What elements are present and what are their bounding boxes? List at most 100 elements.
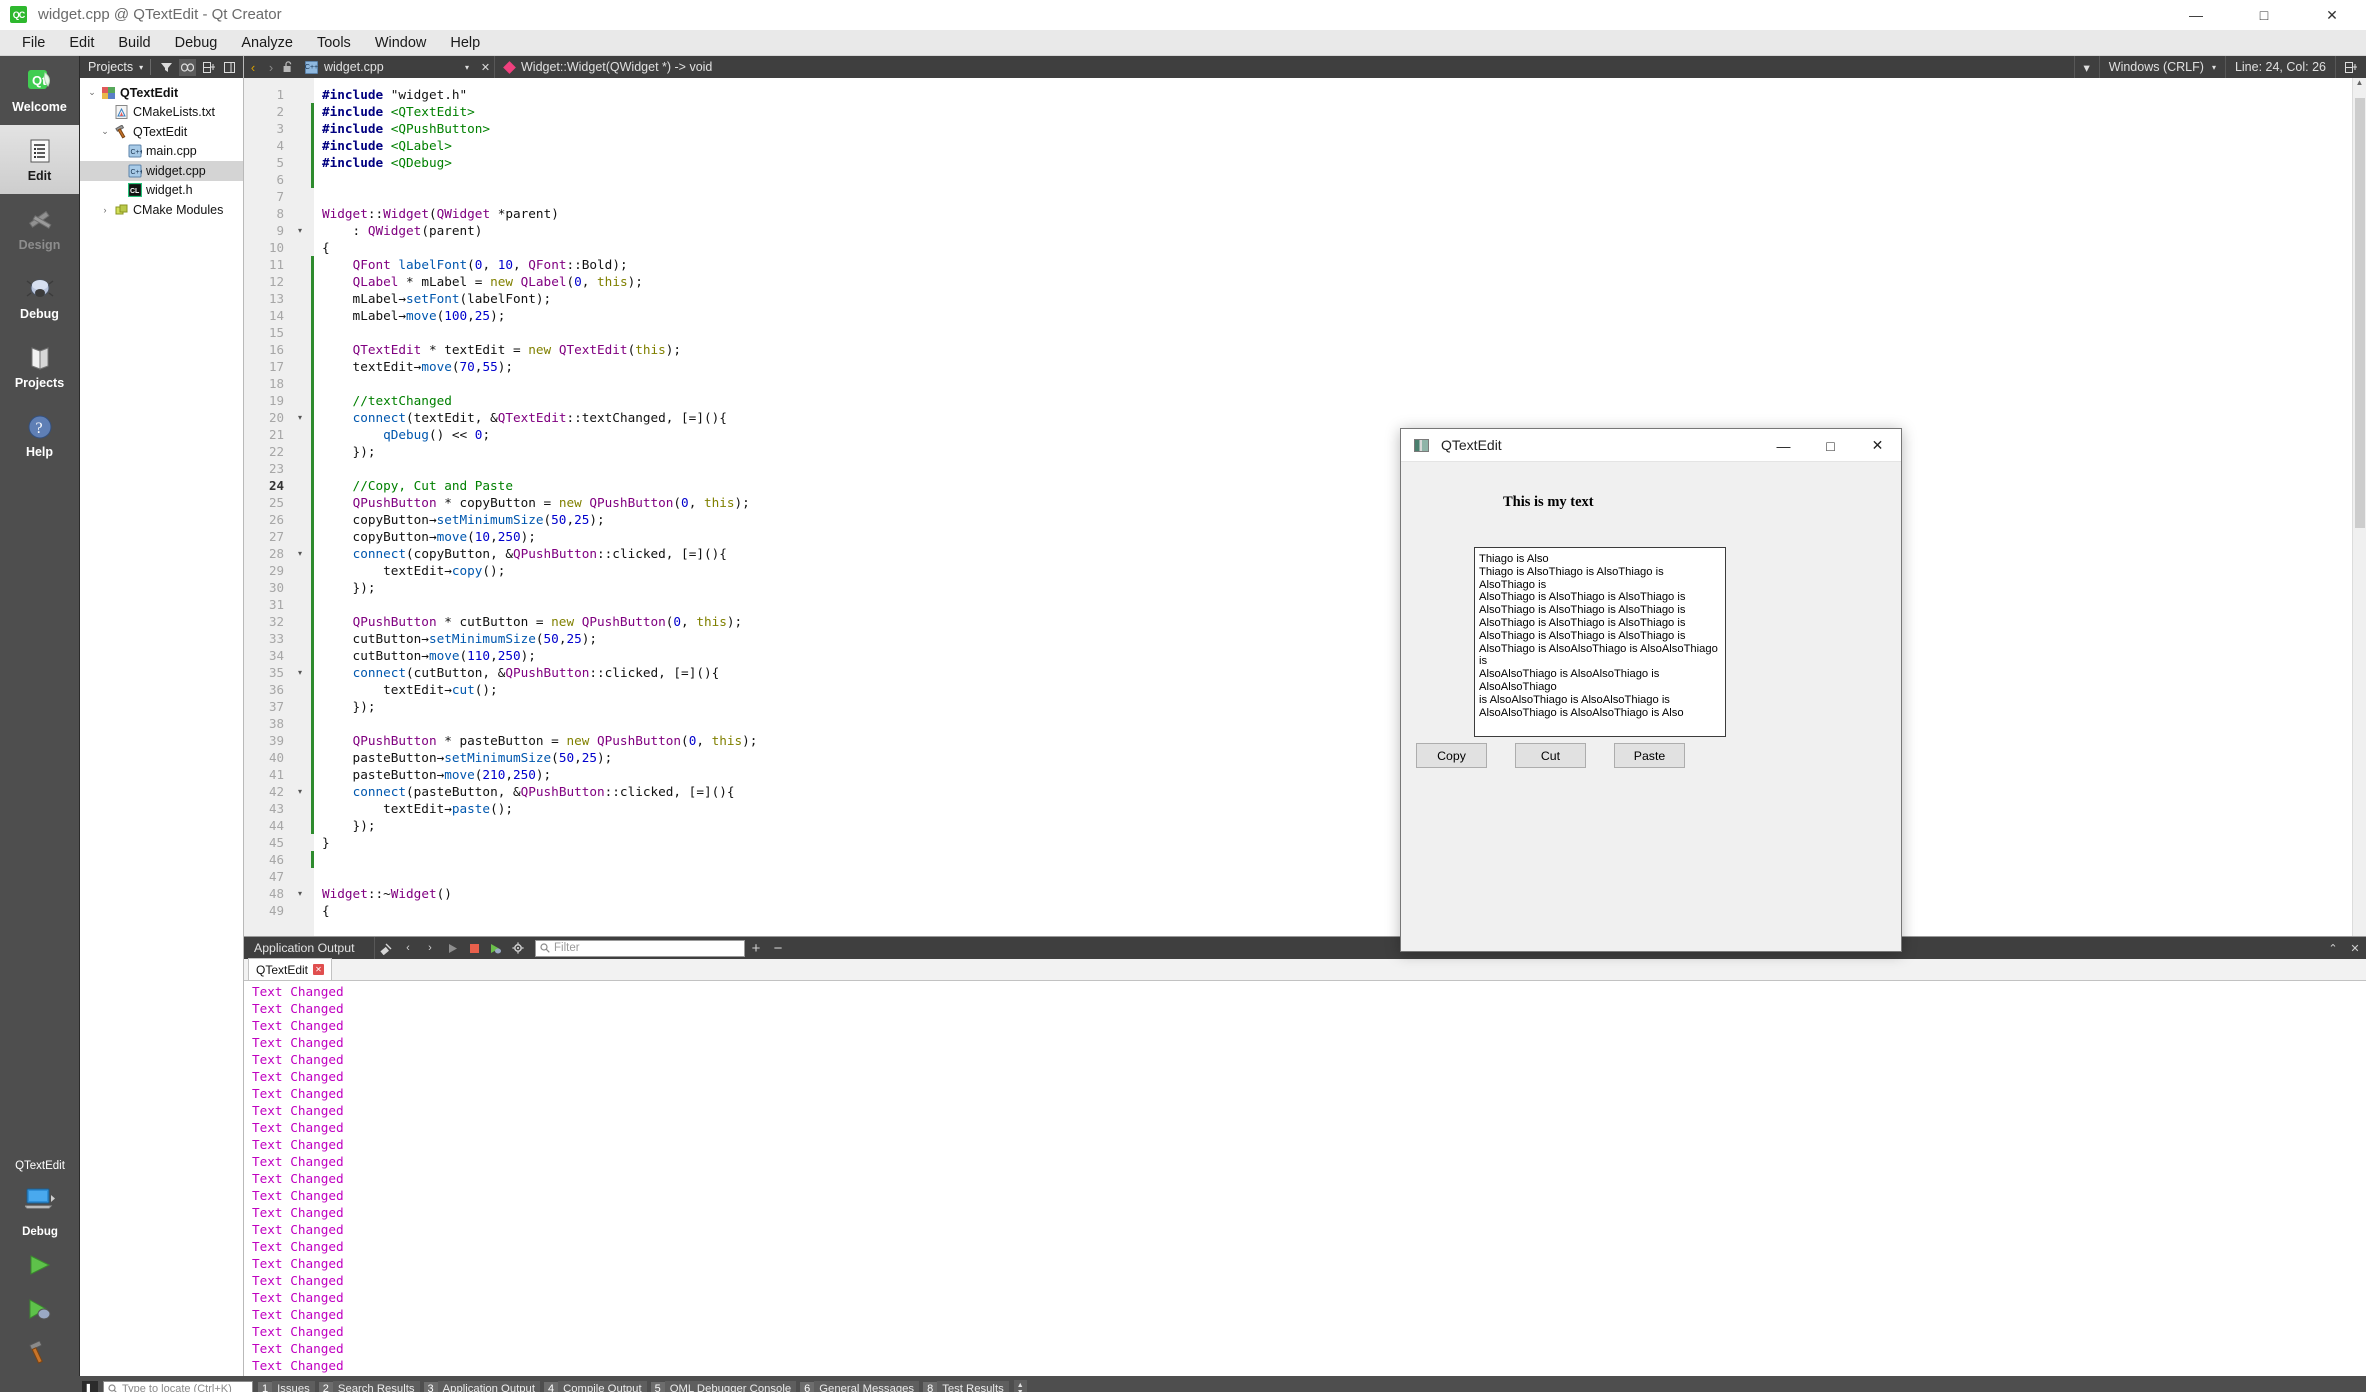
code-line[interactable]: textEdit→copy(); bbox=[322, 562, 2352, 579]
close-icon[interactable]: ✕ bbox=[313, 964, 324, 975]
qtextedit-close-button[interactable]: ✕ bbox=[1854, 429, 1901, 462]
fold-toggle-icon[interactable]: ▾ bbox=[290, 545, 310, 562]
menu-item-file[interactable]: File bbox=[10, 32, 57, 54]
twisty-icon[interactable]: ⌄ bbox=[86, 87, 98, 98]
scroll-up-arrow[interactable]: ▲ bbox=[2353, 78, 2366, 92]
tree-item-widget-cpp[interactable]: C++ widget.cpp bbox=[80, 161, 243, 181]
mode-button-projects[interactable]: Projects bbox=[0, 332, 79, 401]
code-line[interactable] bbox=[322, 868, 2352, 885]
line-ending-selector[interactable]: Windows (CRLF) ▾ bbox=[2099, 56, 2225, 78]
output-filter-input[interactable]: Filter bbox=[535, 940, 745, 957]
maximize-output-icon[interactable]: ⌃ bbox=[2322, 937, 2344, 959]
tree-item-qtextedit[interactable]: ⌄ QTextEdit bbox=[80, 122, 243, 142]
code-line[interactable]: copyButton→setMinimumSize(50,25); bbox=[322, 511, 2352, 528]
prev-item-icon[interactable]: ‹ bbox=[397, 937, 419, 959]
code-line[interactable] bbox=[322, 460, 2352, 477]
code-line[interactable] bbox=[322, 375, 2352, 392]
code-line[interactable]: }); bbox=[322, 579, 2352, 596]
code-line[interactable]: connect(copyButton, &QPushButton::clicke… bbox=[322, 545, 2352, 562]
code-line[interactable]: copyButton→move(10,250); bbox=[322, 528, 2352, 545]
current-file-chip[interactable]: C++ widget.cpp ▾ bbox=[297, 60, 477, 74]
code-line[interactable] bbox=[322, 188, 2352, 205]
code-line[interactable] bbox=[322, 851, 2352, 868]
code-line[interactable]: cutButton→move(110,250); bbox=[322, 647, 2352, 664]
code-line[interactable]: connect(pasteButton, &QPushButton::click… bbox=[322, 783, 2352, 800]
code-line[interactable] bbox=[322, 171, 2352, 188]
menu-item-window[interactable]: Window bbox=[363, 32, 439, 54]
unlocked-icon[interactable] bbox=[280, 59, 297, 76]
tree-item-cmakelists-txt[interactable]: CMakeLists.txt bbox=[80, 103, 243, 123]
maximize-button[interactable]: □ bbox=[2230, 0, 2298, 30]
fold-toggle-icon[interactable]: ▾ bbox=[290, 222, 310, 239]
code-line[interactable]: pasteButton→setMinimumSize(50,25); bbox=[322, 749, 2352, 766]
code-line[interactable]: : QWidget(parent) bbox=[322, 222, 2352, 239]
code-line[interactable]: } bbox=[322, 834, 2352, 851]
status-pane-qml-debugger-console[interactable]: 5 QML Debugger Console bbox=[651, 1380, 797, 1392]
code-line[interactable] bbox=[322, 324, 2352, 341]
code-line[interactable]: textEdit→move(70,55); bbox=[322, 358, 2352, 375]
code-folding-column[interactable]: ▾ ▾ ▾ ▾ ▾ ▾ bbox=[290, 78, 310, 936]
start-debugging-button[interactable] bbox=[20, 1292, 60, 1326]
increase-font-icon[interactable]: + bbox=[745, 937, 767, 959]
stop-icon[interactable] bbox=[463, 937, 485, 959]
run-button[interactable] bbox=[20, 1248, 60, 1282]
split-editor-icon[interactable] bbox=[2335, 56, 2366, 78]
twisty-icon[interactable]: ⌄ bbox=[99, 126, 111, 137]
project-pane-title[interactable]: Projects bbox=[88, 60, 133, 74]
editor-vertical-scrollbar[interactable]: ▲ bbox=[2352, 78, 2366, 936]
clear-output-icon[interactable] bbox=[375, 937, 397, 959]
code-line[interactable]: QTextEdit * textEdit = new QTextEdit(thi… bbox=[322, 341, 2352, 358]
code-line[interactable]: textEdit→paste(); bbox=[322, 800, 2352, 817]
text-edit-field[interactable]: Thiago is Also Thiago is AlsoThiago is Al… bbox=[1474, 547, 1726, 737]
menu-item-help[interactable]: Help bbox=[438, 32, 492, 54]
navigate-back-button[interactable]: ‹ bbox=[244, 60, 262, 75]
symbol-dropdown-arrow[interactable]: ▾ bbox=[2074, 56, 2099, 78]
status-pane-application-output[interactable]: 3 Application Output bbox=[424, 1380, 540, 1392]
code-editor[interactable]: 1 2 3 4 5 6 7 8 9 10 11 12 13 14 15 16 17 18 19 20 21 22 23 24 2… bbox=[244, 78, 2366, 936]
code-line[interactable]: #include <QDebug> bbox=[322, 154, 2352, 171]
code-line[interactable]: #include "widget.h" bbox=[322, 86, 2352, 103]
qtextedit-maximize-button[interactable]: □ bbox=[1807, 429, 1854, 462]
link-icon[interactable] bbox=[179, 59, 196, 76]
paste-button[interactable]: Paste bbox=[1614, 743, 1685, 768]
code-line[interactable]: }); bbox=[322, 698, 2352, 715]
sidebar-toggle-icon[interactable]: ▌ bbox=[82, 1381, 98, 1392]
scrollbar-thumb[interactable] bbox=[2355, 98, 2365, 528]
chevron-down-icon[interactable]: ▾ bbox=[465, 63, 469, 72]
code-line[interactable]: Widget::~Widget() bbox=[322, 885, 2352, 902]
code-line[interactable]: mLabel→move(100,25); bbox=[322, 307, 2352, 324]
close-document-button[interactable]: ✕ bbox=[477, 59, 494, 76]
settings-gear-icon[interactable] bbox=[507, 937, 529, 959]
fold-toggle-icon[interactable]: ▾ bbox=[290, 783, 310, 800]
menu-item-debug[interactable]: Debug bbox=[163, 32, 230, 54]
code-line[interactable]: textEdit→cut(); bbox=[322, 681, 2352, 698]
menu-item-analyze[interactable]: Analyze bbox=[229, 32, 305, 54]
attach-debugger-icon[interactable] bbox=[485, 937, 507, 959]
code-line[interactable]: QLabel * mLabel = new QLabel(0, this); bbox=[322, 273, 2352, 290]
code-line[interactable]: QPushButton * cutButton = new QPushButto… bbox=[322, 613, 2352, 630]
code-line[interactable]: Widget::Widget(QWidget *parent) bbox=[322, 205, 2352, 222]
locator-input[interactable]: Type to locate (Ctrl+K) bbox=[103, 1381, 253, 1392]
code-line[interactable]: cutButton→setMinimumSize(50,25); bbox=[322, 630, 2352, 647]
copy-button[interactable]: Copy bbox=[1416, 743, 1487, 768]
menu-item-edit[interactable]: Edit bbox=[57, 32, 106, 54]
tree-item-cmake-modules[interactable]: › CMake Modules bbox=[80, 200, 243, 220]
code-line[interactable]: QFont labelFont(0, 10, QFont::Bold); bbox=[322, 256, 2352, 273]
close-button[interactable]: ✕ bbox=[2298, 0, 2366, 30]
tree-item-qtextedit[interactable]: ⌄ QTextEdit bbox=[80, 83, 243, 103]
code-line[interactable]: QPushButton * pasteButton = new QPushBut… bbox=[322, 732, 2352, 749]
status-pane-test-results[interactable]: 8 Test Results bbox=[923, 1380, 1009, 1392]
code-line[interactable]: #include <QTextEdit> bbox=[322, 103, 2352, 120]
mode-button-edit[interactable]: Edit bbox=[0, 125, 79, 194]
pane-cycle-button[interactable]: ▲▼ bbox=[1014, 1380, 1027, 1392]
code-line[interactable] bbox=[322, 715, 2352, 732]
mode-button-help[interactable]: ? Help bbox=[0, 401, 79, 470]
code-text-area[interactable]: #include "widget.h" #include <QTextEdit> #… bbox=[314, 78, 2352, 936]
mode-button-welcome[interactable]: Qt Welcome bbox=[0, 56, 79, 125]
expand-icon[interactable] bbox=[221, 59, 238, 76]
filter-icon[interactable] bbox=[158, 59, 175, 76]
code-line[interactable]: #include <QLabel> bbox=[322, 137, 2352, 154]
code-line[interactable]: }); bbox=[322, 817, 2352, 834]
qtextedit-minimize-button[interactable]: — bbox=[1760, 429, 1807, 462]
split-icon[interactable] bbox=[200, 59, 217, 76]
